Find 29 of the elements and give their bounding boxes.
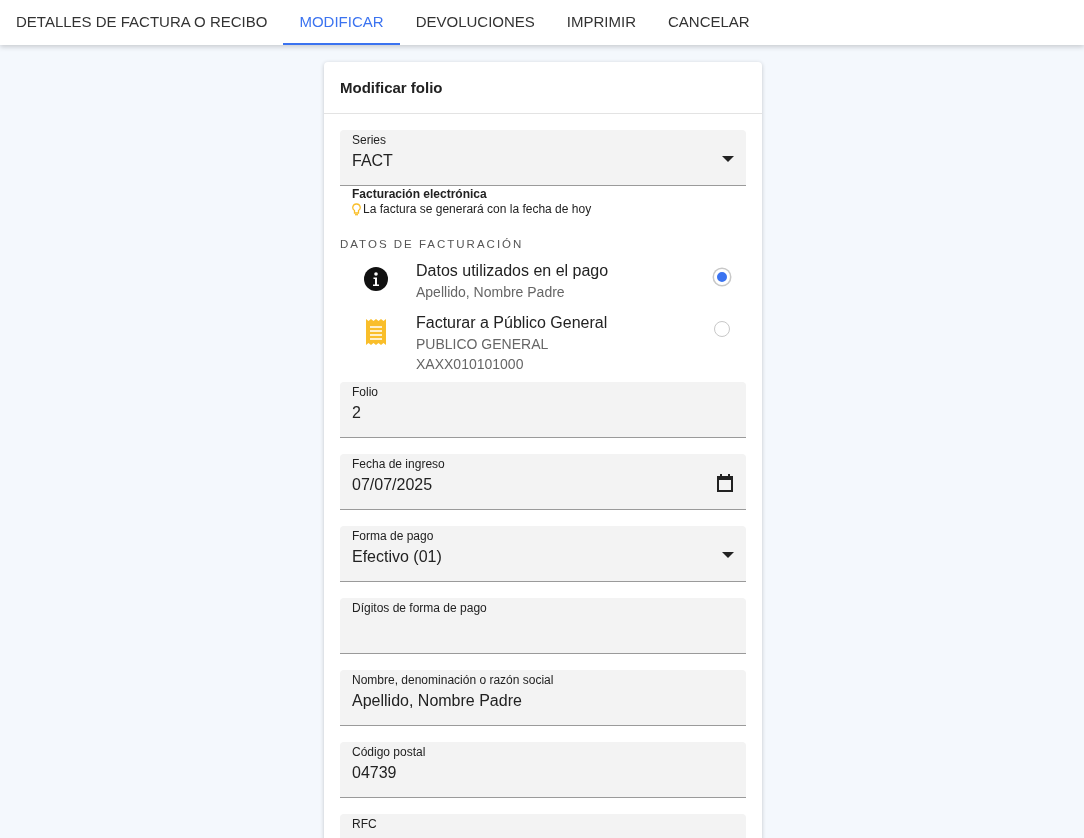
option-detail: XAXX010101000: [416, 355, 525, 374]
select-field[interactable]: Series FACT: [340, 130, 746, 186]
option-title: Facturar a Público General: [416, 313, 609, 333]
tab[interactable]: DEVOLUCIONES: [399, 0, 551, 45]
input-field[interactable]: Código postal 04739: [340, 742, 746, 798]
tab[interactable]: MODIFICAR: [283, 0, 400, 45]
dropdown-caret-icon[interactable]: [722, 552, 734, 558]
dropdown-caret-icon[interactable]: [722, 156, 734, 162]
option-title: Datos utilizados en el pago: [416, 261, 610, 281]
tab[interactable]: CANCELAR: [652, 0, 766, 45]
input-field[interactable]: Folio 2: [340, 382, 746, 438]
card-title: Modificar folio: [324, 62, 762, 114]
input-field[interactable]: Nombre, denominación o razón social Apellido, Nombre Padre: [340, 670, 746, 726]
option-detail: Apellido, Nombre Padre: [416, 283, 566, 302]
option-detail: PUBLICO GENERAL: [416, 335, 550, 354]
section-heading: DATOS DE FACTURACIÓN: [340, 238, 525, 250]
tab[interactable]: DETALLES DE FACTURA O RECIBO: [0, 0, 284, 45]
tab[interactable]: IMPRIMIR: [550, 0, 652, 45]
info-icon: [364, 267, 388, 291]
input-field[interactable]: RFC: [340, 814, 746, 838]
calendar-icon[interactable]: [716, 473, 734, 493]
input-field[interactable]: Dígitos de forma de pago: [340, 598, 746, 654]
note-title: Facturación electrónica: [352, 187, 488, 202]
note-text: La factura se generará con la fecha de hoy: [363, 202, 592, 216]
receipt-icon: [366, 319, 386, 345]
radio-button[interactable]: [714, 321, 730, 337]
select-field[interactable]: Forma de pago Efectivo (01): [340, 526, 746, 582]
lightbulb-icon: [352, 202, 361, 216]
input-field[interactable]: Fecha de ingreso 07/07/2025: [340, 454, 746, 510]
